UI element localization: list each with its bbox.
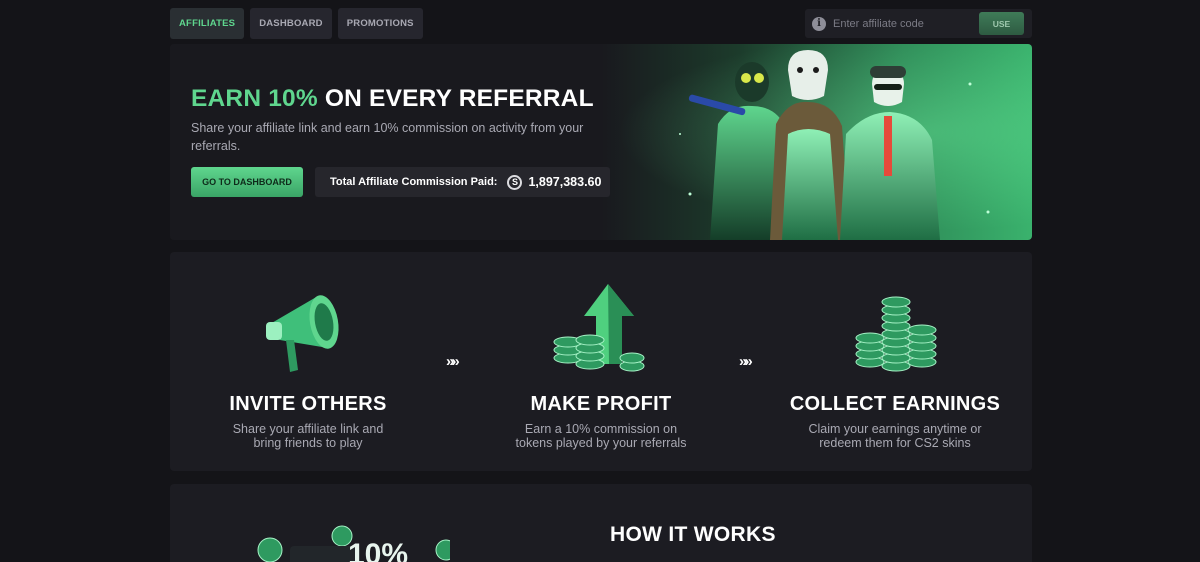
step-collect: COLLECT EARNINGS Claim your earnings any… <box>765 252 1025 471</box>
commission-label: Total Affiliate Commission Paid: <box>330 176 498 188</box>
chevron-right-icon: »» <box>739 353 753 370</box>
go-to-dashboard-button[interactable]: GO TO DASHBOARD <box>191 167 303 197</box>
step-profit-title: MAKE PROFIT <box>530 393 672 415</box>
top-bar: AFFILIATES DASHBOARD PROMOTIONS i USE <box>170 8 1032 39</box>
coin-icon: S <box>507 174 523 190</box>
chevron-right-icon: »» <box>446 353 460 370</box>
affiliate-code-box: i USE <box>805 9 1032 38</box>
nav-tabs: AFFILIATES DASHBOARD PROMOTIONS <box>170 8 423 39</box>
megaphone-icon <box>266 295 339 372</box>
how-it-works-panel: 10% HOW IT WORKS <box>170 484 1032 562</box>
hero-title-accent: EARN 10% <box>191 85 318 112</box>
tab-promotions[interactable]: PROMOTIONS <box>337 8 423 39</box>
info-icon[interactable]: i <box>812 16 826 31</box>
step-invite-desc: Share your affiliate link and bring frie… <box>232 422 384 450</box>
step-profit: MAKE PROFIT Earn a 10% commission on tok… <box>471 252 731 471</box>
step-profit-desc: Earn a 10% commission on tokens played b… <box>515 422 687 450</box>
commission-total: Total Affiliate Commission Paid: S 1,897… <box>315 167 610 197</box>
step-invite-title: INVITE OTHERS <box>229 393 387 415</box>
commission-value: 1,897,383.60 <box>528 175 602 189</box>
step-collect-desc: Claim your earnings anytime or redeem th… <box>808 422 982 450</box>
how-it-works-title: HOW IT WORKS <box>610 523 776 546</box>
coins-arrow-icon <box>553 284 645 372</box>
ten-percent-badge: 10% <box>348 538 408 562</box>
steps-panel: INVITE OTHERS Share your affiliate link … <box>170 252 1032 471</box>
tab-affiliates[interactable]: AFFILIATES <box>170 8 245 39</box>
hero-subtitle: Share your affiliate link and earn 10% c… <box>191 121 584 153</box>
hero-banner: EARN 10% ON EVERY REFERRAL Share your af… <box>170 44 1032 240</box>
hero-title-rest: ON EVERY REFERRAL <box>317 85 594 112</box>
hero-title: EARN 10% ON EVERY REFERRAL <box>191 85 594 113</box>
step-collect-title: COLLECT EARNINGS <box>789 393 1001 415</box>
affiliate-code-input[interactable] <box>833 17 973 30</box>
step-invite: INVITE OTHERS Share your affiliate link … <box>178 252 438 471</box>
characters-illustration <box>679 50 990 240</box>
coin-pile-icon <box>855 296 937 372</box>
tab-dashboard[interactable]: DASHBOARD <box>250 8 332 39</box>
ten-percent-illustration: 10% <box>257 525 450 562</box>
use-code-button[interactable]: USE <box>979 12 1024 35</box>
